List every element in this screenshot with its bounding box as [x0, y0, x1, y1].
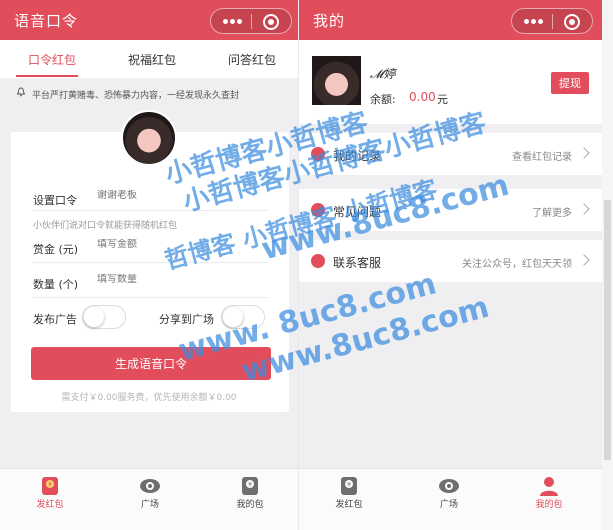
- eye-icon: [139, 476, 161, 496]
- count-input[interactable]: [97, 274, 267, 285]
- menu-desc: 查看红包记录: [512, 152, 572, 163]
- command-label: 设置口令: [33, 194, 77, 207]
- bottom-tab-label: 我的包: [535, 500, 563, 510]
- bottom-tab-mine[interactable]: 我的包: [514, 469, 584, 510]
- withdraw-button[interactable]: 提现: [551, 72, 589, 94]
- nav-title: 我的: [313, 12, 346, 30]
- question-icon: [311, 203, 325, 217]
- bottom-tab-bar: ¥ 发红包 广场 我的包: [299, 468, 602, 530]
- person-icon: [538, 476, 560, 496]
- chevron-right-icon: [578, 254, 590, 266]
- scrollbar-thumb[interactable]: [604, 200, 611, 460]
- capsule-divider: [251, 14, 252, 29]
- nav-bar: 语音口令: [0, 0, 298, 40]
- notice-bar: 平台严打黄赌毒、恐怖暴力内容，一经发现永久查封: [0, 84, 298, 106]
- menu-title: 我的记录: [333, 149, 382, 163]
- eye-icon: [438, 476, 460, 496]
- chevron-right-icon: [578, 203, 590, 215]
- fee-text: 需支付￥0.00服务费，优先使用余额￥0.00: [61, 393, 237, 403]
- nav-bar: 我的: [299, 0, 602, 40]
- balance-unit: 元: [437, 93, 448, 106]
- bottom-tab-bar: ¥ 发红包 广场 ¥ 我的包: [0, 468, 298, 530]
- ad-toggle[interactable]: [82, 305, 126, 329]
- mini-program-capsule: [210, 8, 292, 34]
- chevron-right-icon: [578, 147, 590, 159]
- bottom-tab-square[interactable]: 广场: [414, 469, 484, 510]
- my-profile-screen: 我的 𝓜婷 余额: 0.00 元 提现 我的记录 查看红包记录 常见问题 了解更…: [299, 0, 602, 530]
- scrollbar[interactable]: [602, 0, 613, 530]
- send-redpacket-screen: 语音口令 口令红包 祝福红包 问答红包 平台严打黄赌毒、恐怖暴力内容，一经发现永…: [0, 0, 298, 530]
- bottom-tab-square[interactable]: 广场: [115, 469, 185, 510]
- capsule-divider: [552, 14, 553, 29]
- amount-label: 赏金 (元): [33, 243, 79, 256]
- avatar: [312, 56, 361, 105]
- svg-text:¥: ¥: [48, 482, 52, 489]
- svg-text:¥: ¥: [347, 482, 351, 489]
- menu-desc: 了解更多: [532, 208, 572, 219]
- divider: [33, 297, 269, 298]
- bottom-tab-send[interactable]: ¥ 发红包: [314, 469, 384, 510]
- more-icon[interactable]: [223, 19, 242, 25]
- menu-title: 联系客服: [333, 256, 382, 270]
- service-icon: [311, 254, 325, 268]
- close-circle-icon[interactable]: [564, 14, 580, 30]
- menu-item-records[interactable]: 我的记录 查看红包记录: [299, 133, 602, 175]
- amount-input[interactable]: [97, 239, 267, 250]
- redpacket-icon: ¥: [338, 476, 360, 496]
- menu-item-faq[interactable]: 常见问题 了解更多: [299, 189, 602, 231]
- menu-item-service[interactable]: 联系客服 关注公众号，红包天天领: [299, 240, 602, 282]
- redpacket-icon: ¥: [239, 476, 261, 496]
- share-label: 分享到广场: [159, 313, 214, 326]
- tab-qa-redpacket[interactable]: 问答红包: [228, 51, 276, 68]
- tab-command-redpacket[interactable]: 口令红包: [28, 51, 76, 68]
- bottom-tab-label: 发红包: [335, 500, 363, 510]
- avatar: [121, 110, 177, 166]
- notice-text: 平台严打黄赌毒、恐怖暴力内容，一经发现永久查封: [32, 91, 240, 101]
- balance-value: 0.00: [409, 90, 436, 104]
- close-circle-icon[interactable]: [263, 14, 279, 30]
- bottom-tab-send[interactable]: ¥ 发红包: [15, 469, 85, 510]
- tab-active-indicator: [16, 75, 78, 77]
- profile-card: 𝓜婷 余额: 0.00 元 提现: [299, 40, 602, 124]
- tab-bar: 口令红包 祝福红包 问答红包: [0, 40, 298, 78]
- ad-label: 发布广告: [33, 313, 77, 326]
- bottom-tab-label: 广场: [140, 500, 159, 510]
- share-toggle[interactable]: [221, 305, 265, 329]
- more-icon[interactable]: [524, 19, 543, 25]
- redpacket-icon: ¥: [39, 476, 61, 496]
- command-input[interactable]: [97, 190, 267, 201]
- bottom-tab-label: 我的包: [236, 500, 264, 510]
- menu-title: 常见问题: [333, 205, 382, 219]
- divider: [33, 210, 269, 211]
- bottom-tab-label: 发红包: [36, 500, 64, 510]
- bottom-tab-mine[interactable]: ¥ 我的包: [215, 469, 285, 510]
- username: 𝓜婷: [370, 67, 396, 81]
- record-icon: [311, 147, 325, 161]
- svg-text:¥: ¥: [248, 482, 252, 489]
- count-label: 数量 (个): [33, 278, 79, 291]
- nav-title: 语音口令: [14, 12, 79, 30]
- tab-blessing-redpacket[interactable]: 祝福红包: [128, 51, 176, 68]
- menu-desc: 关注公众号，红包天天领: [462, 259, 572, 270]
- command-hint: 小伙伴们说对口令就能获得随机红包: [33, 221, 178, 231]
- bottom-tab-label: 广场: [439, 500, 458, 510]
- balance-label: 余额:: [370, 93, 396, 106]
- generate-command-button[interactable]: 生成语音口令: [31, 347, 271, 380]
- bell-icon: [16, 87, 26, 97]
- divider: [33, 262, 269, 263]
- mini-program-capsule: [511, 8, 593, 34]
